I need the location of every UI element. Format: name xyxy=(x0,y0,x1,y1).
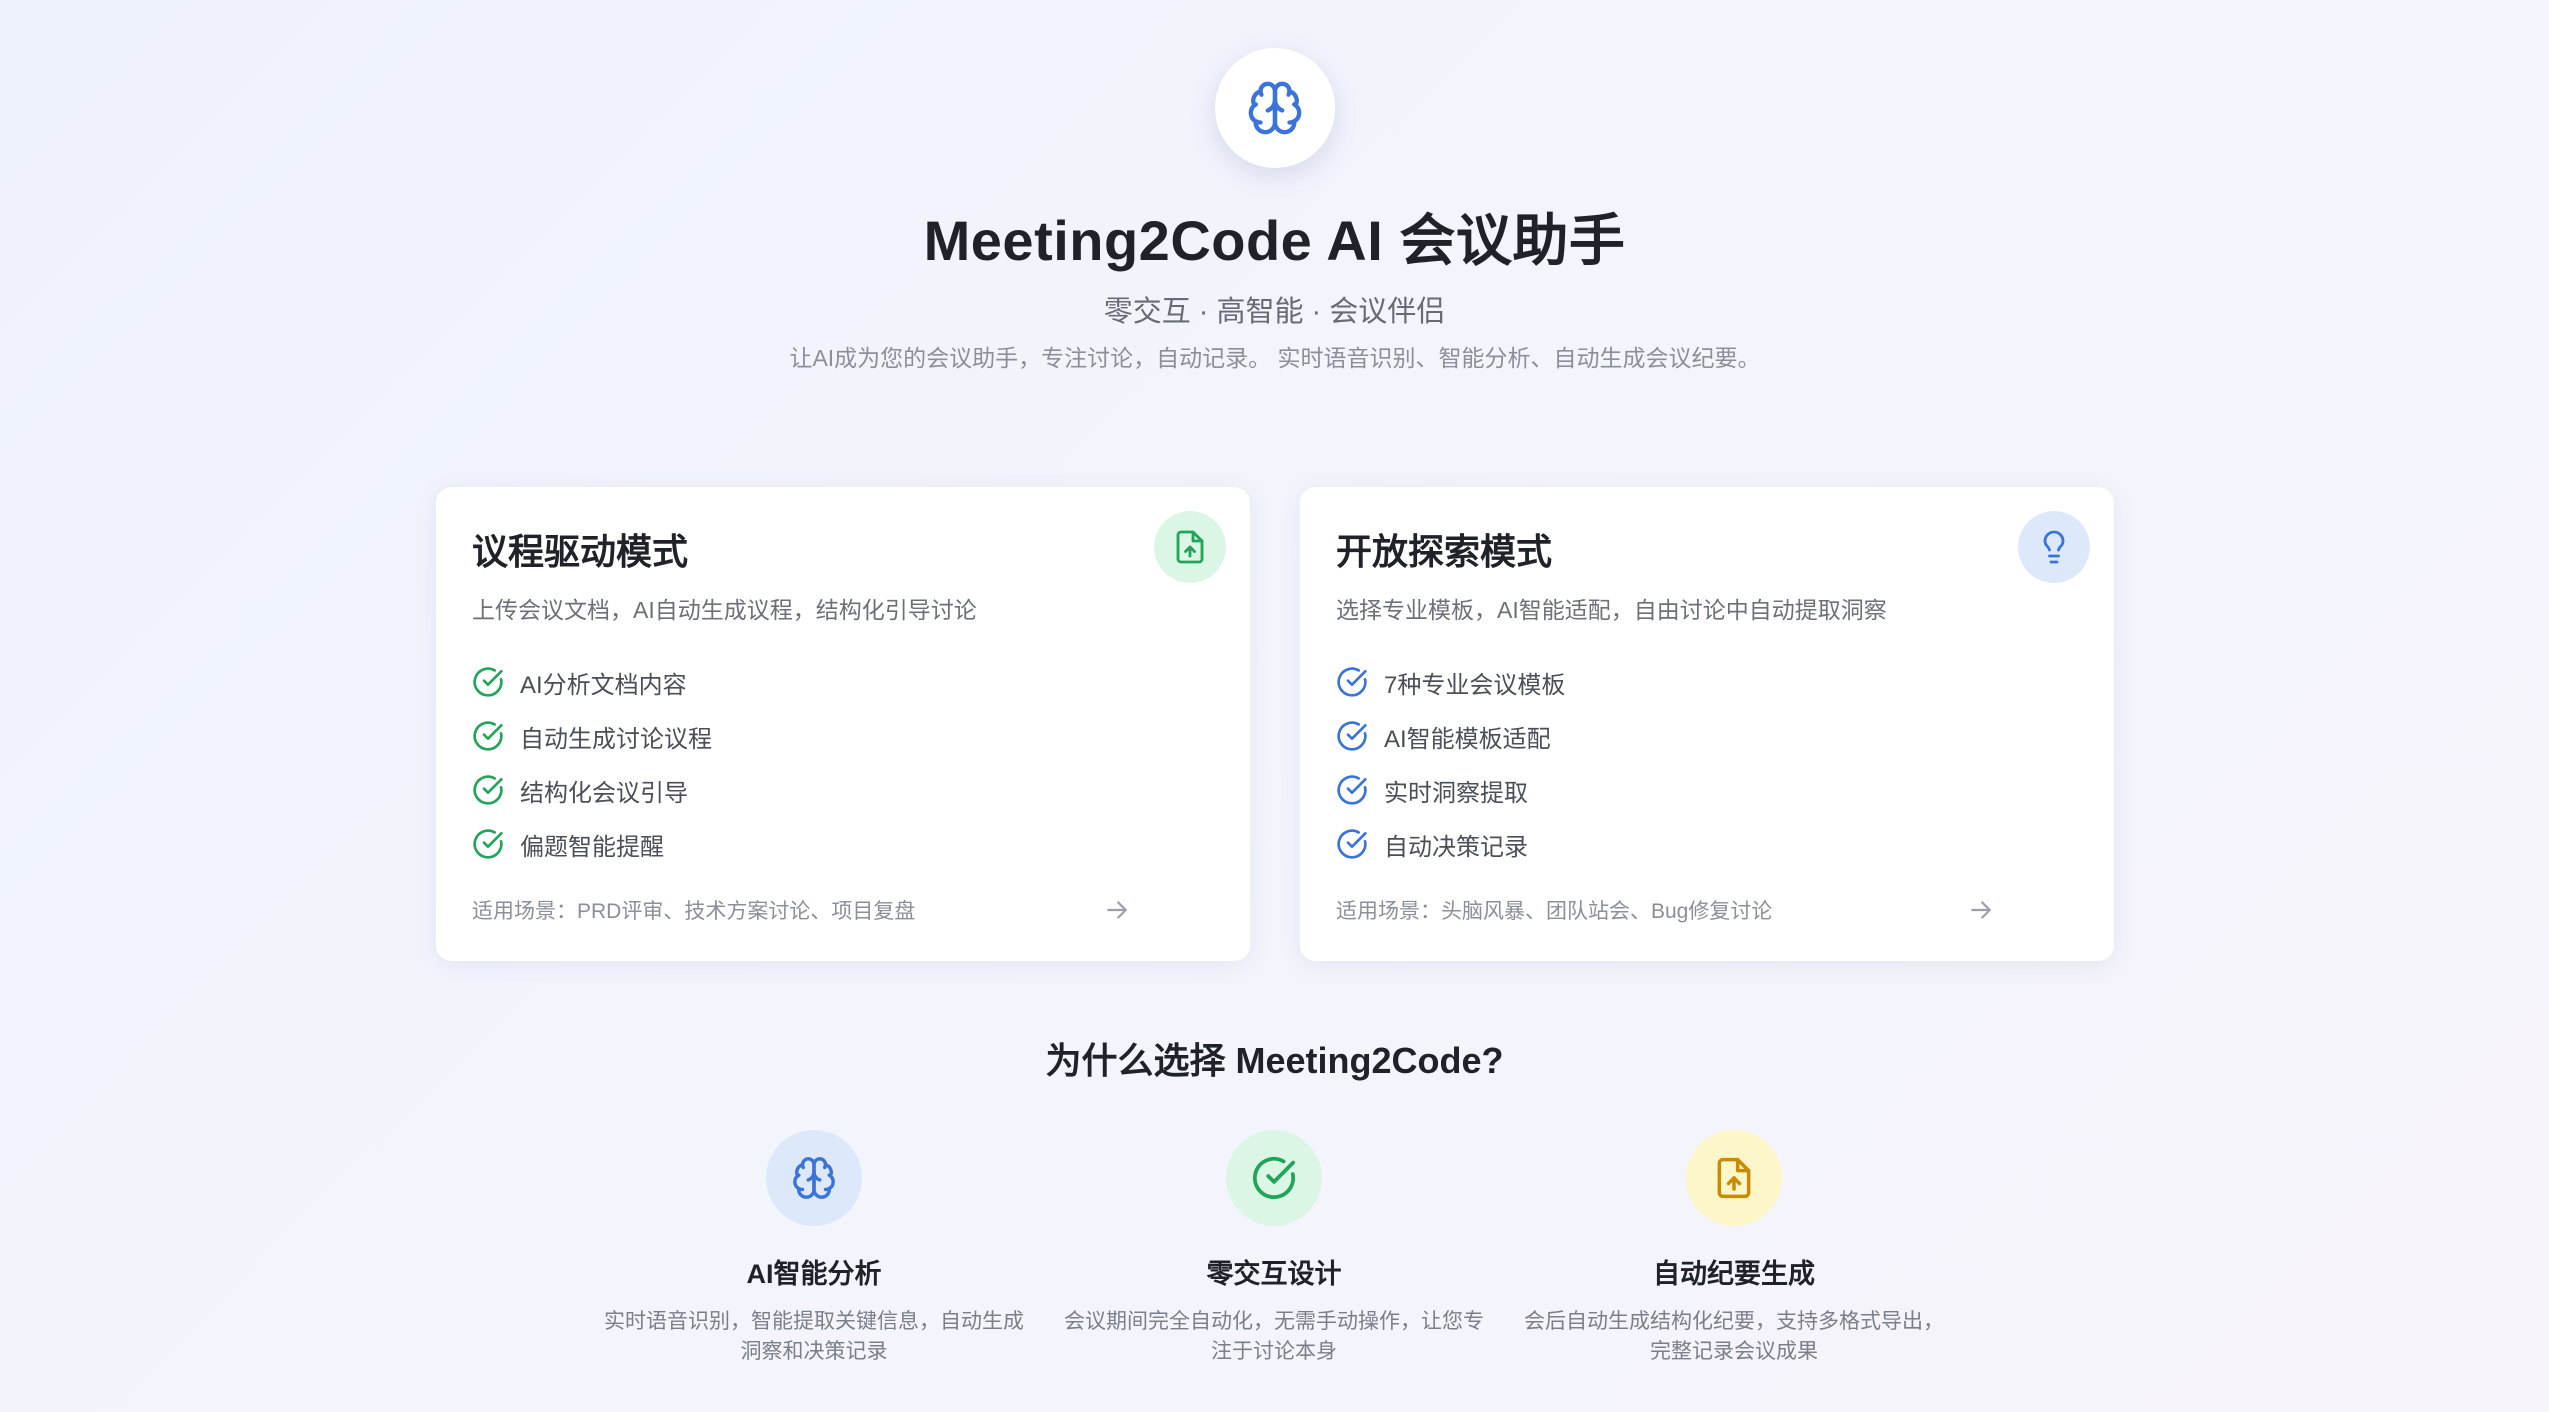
list-item: 7种专业会议模板 xyxy=(1336,655,1565,709)
lightbulb-icon xyxy=(2043,530,2065,564)
arrow-right-icon[interactable] xyxy=(1102,895,1132,925)
file-upload-icon xyxy=(1717,1157,1751,1199)
mode-card-title: 开放探索模式 xyxy=(1336,531,1553,572)
mode-card-agenda[interactable]: 议程驱动模式 上传会议文档，AI自动生成议程，结构化引导讨论 AI分析文档内容 … xyxy=(436,487,1250,961)
list-item: 结构化会议引导 xyxy=(472,763,712,817)
list-item: 实时洞察提取 xyxy=(1336,763,1565,817)
why-item-icon xyxy=(1226,1130,1322,1226)
list-item: 自动决策记录 xyxy=(1336,817,1565,871)
feature-label: 自动生成讨论议程 xyxy=(520,725,712,753)
check-circle-icon xyxy=(473,775,503,805)
app-logo xyxy=(1215,48,1335,168)
mode-card-footer: 适用场景：PRD评审、技术方案讨论、项目复盘 xyxy=(472,895,1132,925)
scenario-text: 适用场景：PRD评审、技术方案讨论、项目复盘 xyxy=(472,900,916,923)
list-item: 自动生成讨论议程 xyxy=(472,709,712,763)
page-subtitle: 零交互 · 高智能 · 会议伴侣 xyxy=(1103,296,1446,328)
why-item-icon xyxy=(1686,1130,1782,1226)
why-item-title: 零交互设计 xyxy=(1206,1259,1342,1289)
feature-list: 7种专业会议模板 AI智能模板适配 实时洞察提取 自动决策记录 xyxy=(1336,655,1565,871)
why-item-icon xyxy=(766,1130,862,1226)
feature-label: 自动决策记录 xyxy=(1384,833,1528,861)
mode-card-footer: 适用场景：头脑风暴、团队站会、Bug修复讨论 xyxy=(1336,895,1996,925)
feature-label: AI智能模板适配 xyxy=(1384,725,1551,753)
feature-label: 偏题智能提醒 xyxy=(520,833,664,861)
feature-label: AI分析文档内容 xyxy=(520,671,687,699)
check-circle-icon xyxy=(1337,829,1367,859)
mode-card-title: 议程驱动模式 xyxy=(472,531,689,572)
why-item-ai-analysis: AI智能分析 实时语音识别，智能提取关键信息，自动生成洞察和决策记录 xyxy=(594,1130,1034,1367)
why-item-zero-interaction: 零交互设计 会议期间完全自动化，无需手动操作，让您专注于讨论本身 xyxy=(1054,1130,1494,1367)
check-circle-icon xyxy=(473,667,503,697)
why-item-title: 自动纪要生成 xyxy=(1653,1259,1815,1289)
why-item-description: 会后自动生成结构化纪要，支持多格式导出，完整记录会议成果 xyxy=(1524,1310,1944,1363)
feature-label: 7种专业会议模板 xyxy=(1384,671,1566,699)
feature-list: AI分析文档内容 自动生成讨论议程 结构化会议引导 偏题智能提醒 xyxy=(472,655,712,871)
check-circle-icon xyxy=(473,721,503,751)
file-upload-icon xyxy=(1176,530,1204,564)
mode-card-icon xyxy=(1154,511,1226,583)
check-circle-icon xyxy=(1337,667,1367,697)
check-circle-icon xyxy=(473,829,503,859)
check-circle-icon xyxy=(1252,1156,1296,1200)
check-circle-icon xyxy=(1337,721,1367,751)
feature-label: 结构化会议引导 xyxy=(520,779,688,807)
why-item-title: AI智能分析 xyxy=(746,1259,882,1289)
page-title: Meeting2Code AI 会议助手 xyxy=(923,209,1626,272)
scenario-text: 适用场景：头脑风暴、团队站会、Bug修复讨论 xyxy=(1336,900,1773,923)
mode-card-description: 选择专业模板，AI智能适配，自由讨论中自动提取洞察 xyxy=(1336,597,1887,623)
brain-icon xyxy=(1248,81,1302,135)
why-section-title: 为什么选择 Meeting2Code? xyxy=(1045,1040,1504,1081)
feature-label: 实时洞察提取 xyxy=(1384,779,1528,807)
page-description: 让AI成为您的会议助手，专注讨论，自动记录。 实时语音识别、智能分析、自动生成会… xyxy=(789,345,1761,371)
list-item: AI分析文档内容 xyxy=(472,655,712,709)
mode-card-description: 上传会议文档，AI自动生成议程，结构化引导讨论 xyxy=(472,597,977,623)
why-item-auto-minutes: 自动纪要生成 会后自动生成结构化纪要，支持多格式导出，完整记录会议成果 xyxy=(1514,1130,1954,1367)
brain-icon xyxy=(793,1157,835,1199)
list-item: 偏题智能提醒 xyxy=(472,817,712,871)
mode-card-explore[interactable]: 开放探索模式 选择专业模板，AI智能适配，自由讨论中自动提取洞察 7种专业会议模… xyxy=(1300,487,2114,961)
mode-card-icon xyxy=(2018,511,2090,583)
why-item-description: 实时语音识别，智能提取关键信息，自动生成洞察和决策记录 xyxy=(604,1310,1024,1363)
list-item: AI智能模板适配 xyxy=(1336,709,1565,763)
why-item-description: 会议期间完全自动化，无需手动操作，让您专注于讨论本身 xyxy=(1064,1310,1484,1363)
arrow-right-icon[interactable] xyxy=(1966,895,1996,925)
check-circle-icon xyxy=(1337,775,1367,805)
